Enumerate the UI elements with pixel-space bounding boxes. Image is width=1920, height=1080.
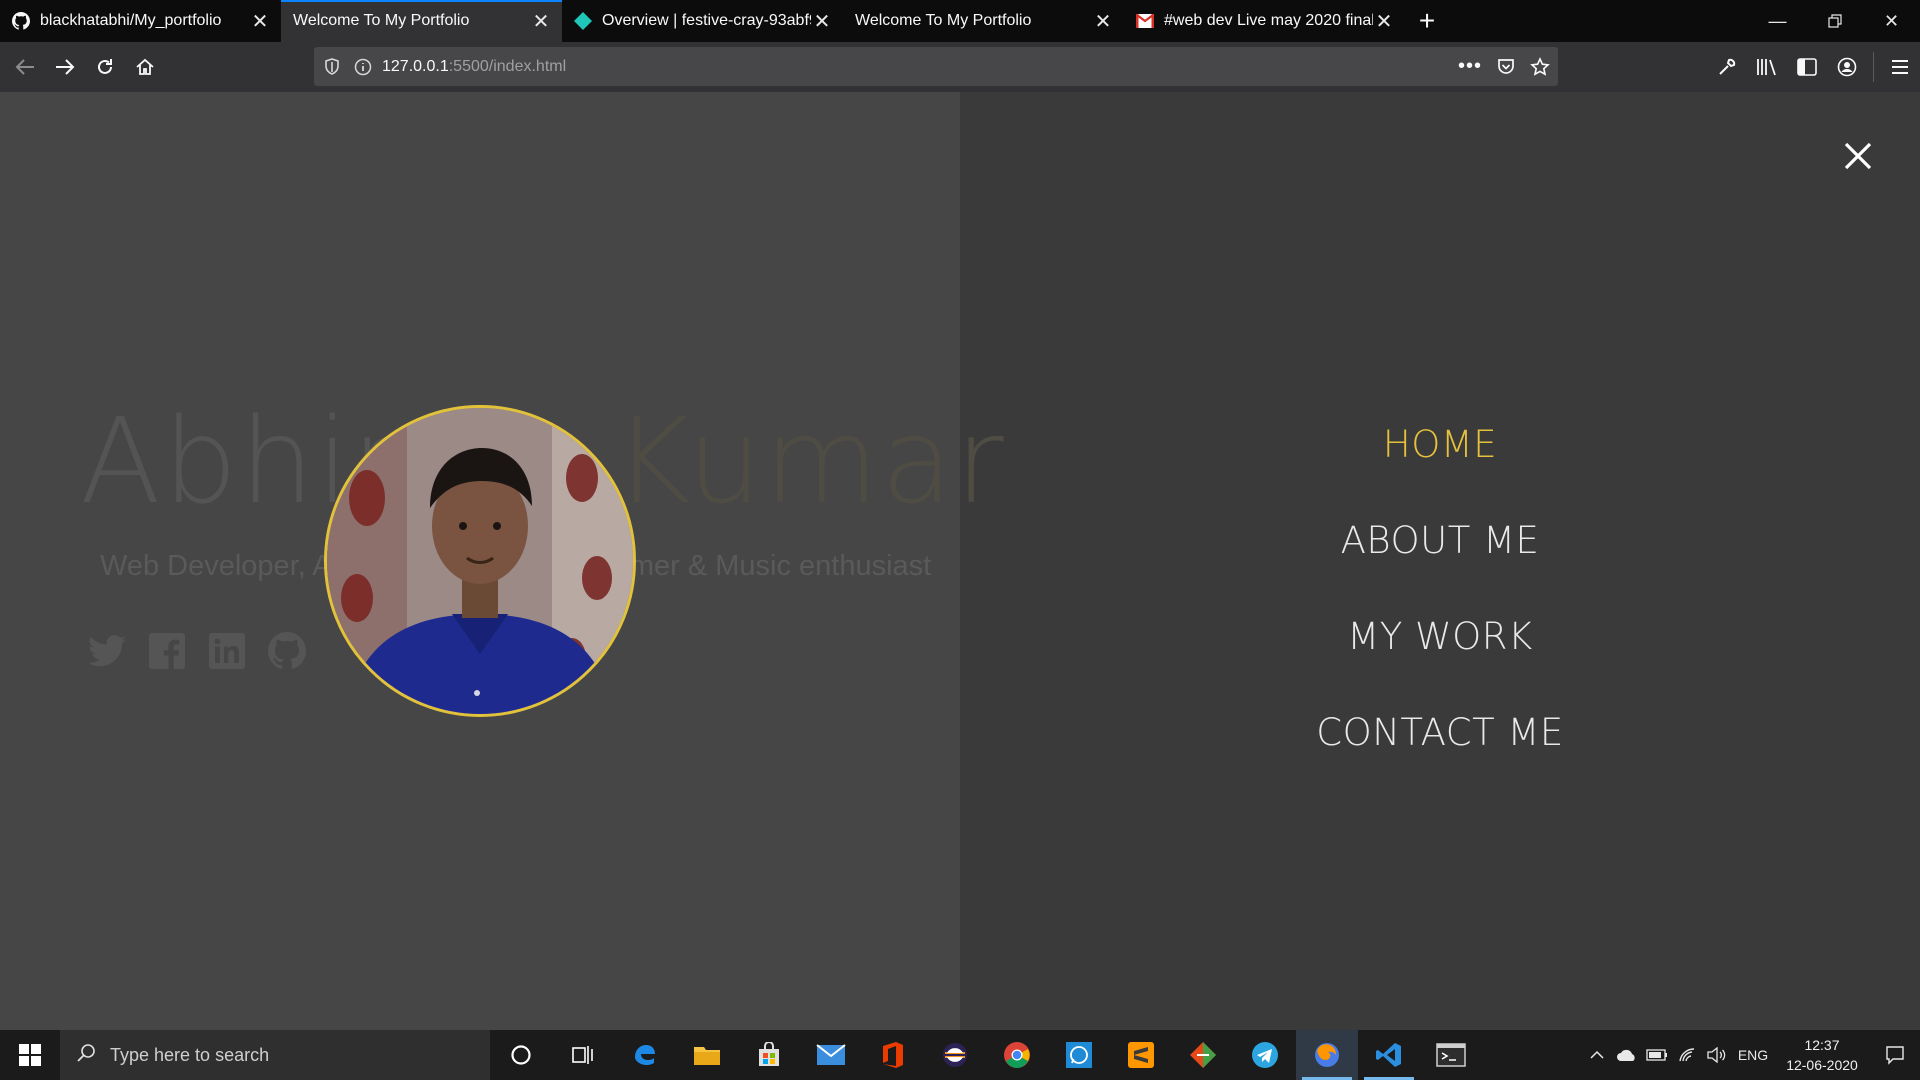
- reload-icon[interactable]: [85, 47, 125, 87]
- minimize-icon[interactable]: —: [1749, 0, 1806, 42]
- info-icon[interactable]: [354, 58, 372, 76]
- more-icon[interactable]: •••: [1458, 55, 1482, 78]
- battery-icon[interactable]: [1642, 1049, 1672, 1061]
- mail-icon[interactable]: [800, 1030, 862, 1080]
- menu-item-contact[interactable]: CONTACT ME: [1240, 685, 1640, 781]
- chevron-up-icon[interactable]: [1582, 1050, 1612, 1060]
- pocket-icon[interactable]: [1496, 57, 1516, 77]
- chrome-icon[interactable]: [986, 1030, 1048, 1080]
- window-controls: — ✕: [1749, 0, 1920, 42]
- windows-start-icon[interactable]: [0, 1030, 60, 1080]
- taskbar: Type here to search ENG 12:37 12-06-2020: [0, 1030, 1920, 1080]
- restore-icon[interactable]: [1806, 0, 1863, 42]
- close-icon[interactable]: ✕: [1373, 9, 1395, 34]
- library-icon[interactable]: [1747, 47, 1787, 87]
- github-icon: [12, 12, 30, 30]
- home-icon[interactable]: [125, 47, 165, 87]
- task-view-icon[interactable]: [552, 1030, 614, 1080]
- git-gui-icon[interactable]: [1172, 1030, 1234, 1080]
- url-host: 127.0.0.1: [382, 57, 449, 75]
- linkedin-icon[interactable]: [208, 632, 246, 670]
- tab-title: Overview | festive-cray-93abf9: [602, 12, 811, 29]
- tab-portfolio[interactable]: Welcome To My Portfolio ✕: [843, 0, 1124, 42]
- twitter-icon[interactable]: [88, 632, 126, 670]
- hamburger-menu-icon[interactable]: [1880, 47, 1920, 87]
- sidebar-icon[interactable]: [1787, 47, 1827, 87]
- office-icon[interactable]: [862, 1030, 924, 1080]
- tab-title: Welcome To My Portfolio: [855, 12, 1032, 29]
- system-tray: ENG 12:37 12-06-2020: [1582, 1030, 1920, 1080]
- tab-title: #web dev Live may 2020 final p: [1164, 12, 1373, 29]
- file-explorer-icon[interactable]: [676, 1030, 738, 1080]
- cortana-icon[interactable]: [490, 1030, 552, 1080]
- social-links: [88, 632, 306, 670]
- menu-item-home[interactable]: HOME: [1240, 397, 1640, 493]
- close-menu-icon[interactable]: [1838, 136, 1878, 176]
- window-close-icon[interactable]: ✕: [1863, 0, 1920, 42]
- whatsapp-icon[interactable]: [1048, 1030, 1110, 1080]
- url-path: :5500/index.html: [448, 57, 567, 75]
- toolbar-divider: [1873, 52, 1874, 82]
- main-menu: HOME ABOUT ME MY WORK CONTACT ME: [1240, 397, 1640, 781]
- eclipse-icon[interactable]: [924, 1030, 986, 1080]
- wifi-icon[interactable]: [1672, 1047, 1702, 1063]
- telegram-icon[interactable]: [1234, 1030, 1296, 1080]
- close-icon[interactable]: ✕: [1092, 9, 1114, 34]
- search-placeholder: Type here to search: [110, 1044, 270, 1065]
- toolbar-right: [1707, 42, 1920, 92]
- volume-icon[interactable]: [1702, 1047, 1732, 1063]
- tab-portfolio-active[interactable]: Welcome To My Portfolio ✕: [281, 0, 562, 42]
- shield-icon[interactable]: [324, 57, 340, 76]
- clock-time: 12:37: [1804, 1037, 1840, 1053]
- taskbar-search-input[interactable]: Type here to search: [60, 1030, 490, 1080]
- search-icon: [76, 1043, 96, 1068]
- vscode-icon[interactable]: [1358, 1030, 1420, 1080]
- menu-item-work[interactable]: MY WORK: [1240, 589, 1640, 685]
- bookmark-star-icon[interactable]: [1530, 56, 1550, 77]
- language-indicator[interactable]: ENG: [1732, 1047, 1774, 1063]
- onedrive-icon[interactable]: [1612, 1048, 1642, 1062]
- netlify-icon: [574, 12, 592, 30]
- firefox-icon[interactable]: [1296, 1030, 1358, 1080]
- account-icon[interactable]: [1827, 47, 1867, 87]
- gmail-icon: [1136, 12, 1154, 30]
- sublime-text-icon[interactable]: [1110, 1030, 1172, 1080]
- facebook-icon[interactable]: [148, 632, 186, 670]
- tab-netlify[interactable]: Overview | festive-cray-93abf9 ✕: [562, 0, 843, 42]
- tab-gmail[interactable]: #web dev Live may 2020 final p ✕: [1124, 0, 1405, 42]
- close-icon[interactable]: ✕: [811, 9, 833, 34]
- edge-icon[interactable]: [614, 1030, 676, 1080]
- terminal-icon[interactable]: [1420, 1030, 1482, 1080]
- new-tab-button[interactable]: +: [1405, 0, 1449, 42]
- address-bar[interactable]: 127.0.0.1:5500/index.html •••: [314, 47, 1558, 86]
- back-icon[interactable]: [5, 47, 45, 87]
- profile-photo: [324, 405, 636, 717]
- tab-title: Welcome To My Portfolio: [293, 12, 470, 29]
- menu-item-about[interactable]: ABOUT ME: [1240, 493, 1640, 589]
- tab-bar: blackhatabhi/My_portfolio ✕ Welcome To M…: [0, 0, 1920, 42]
- url-text: 127.0.0.1:5500/index.html: [382, 58, 566, 76]
- microsoft-store-icon[interactable]: [738, 1030, 800, 1080]
- tab-title: blackhatabhi/My_portfolio: [40, 12, 222, 29]
- url-actions: •••: [1458, 47, 1550, 86]
- close-icon[interactable]: ✕: [530, 9, 552, 34]
- tab-github[interactable]: blackhatabhi/My_portfolio ✕: [0, 0, 281, 42]
- forward-icon[interactable]: [45, 47, 85, 87]
- wrench-icon[interactable]: [1707, 47, 1747, 87]
- close-icon[interactable]: ✕: [249, 9, 271, 34]
- clock[interactable]: 12:37 12-06-2020: [1774, 1035, 1870, 1075]
- clock-date: 12-06-2020: [1786, 1057, 1858, 1073]
- portfolio-page: Abhinav Kumar Web Developer, App Develop…: [0, 92, 1920, 1030]
- notification-icon[interactable]: [1870, 1045, 1920, 1065]
- github-social-icon[interactable]: [268, 632, 306, 670]
